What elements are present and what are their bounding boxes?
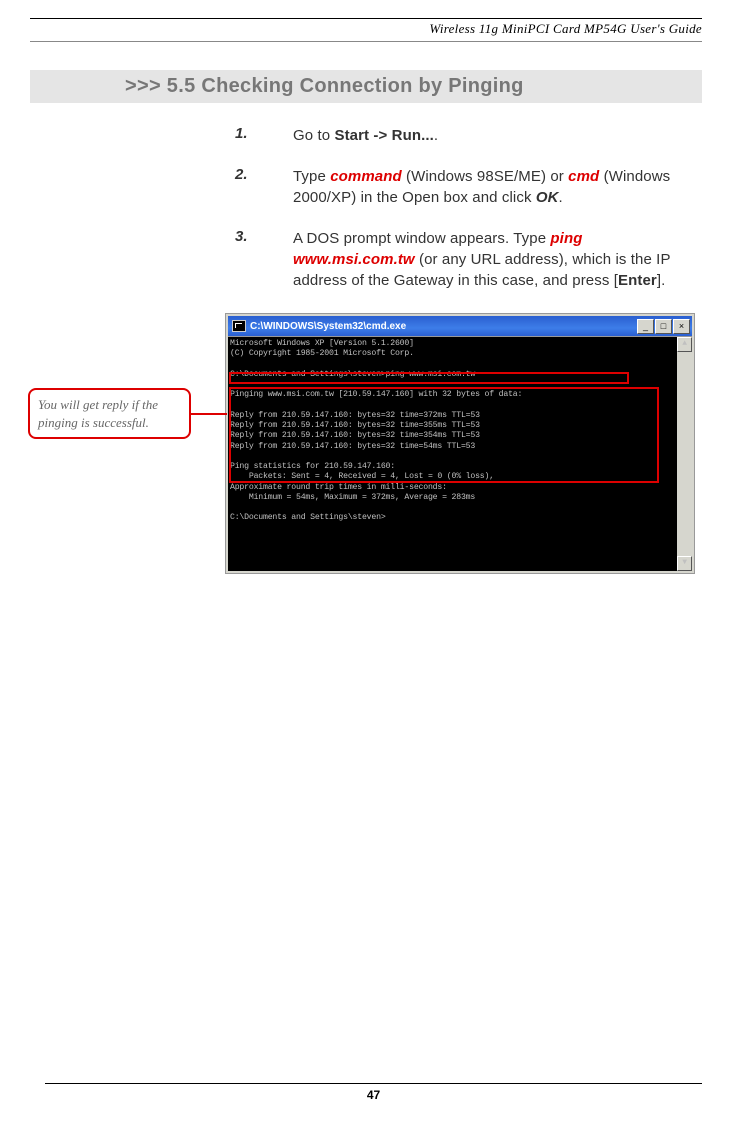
step-2: 2. Type command (Windows 98SE/ME) or cmd…	[235, 166, 702, 208]
cmd-title-text: C:\WINDOWS\System32\cmd.exe	[250, 321, 406, 332]
step-body-3: A DOS prompt window appears. Type ping w…	[293, 228, 702, 291]
step-body-2: Type command (Windows 98SE/ME) or cmd (W…	[293, 166, 702, 208]
close-button[interactable]: ×	[673, 319, 690, 334]
cmd-titlebar: C:\WINDOWS\System32\cmd.exe _ □ ×	[228, 316, 692, 336]
cmd-system-icon	[232, 320, 246, 332]
section-heading: >>> 5.5 Checking Connection by Pinging	[30, 70, 702, 103]
step3-t3: ].	[657, 272, 666, 289]
step2-t2: (Windows 98SE/ME) or	[402, 168, 568, 185]
step-num-2: 2.	[235, 166, 293, 208]
step2-t4: .	[559, 189, 563, 206]
cmd-output-text: Microsoft Windows XP [Version 5.1.2600] …	[230, 339, 675, 569]
steps-content: 1. Go to Start -> Run.... 2. Type comman…	[235, 125, 702, 291]
callout-text: You will get reply if the pinging is suc…	[38, 397, 158, 430]
step-1: 1. Go to Start -> Run....	[235, 125, 702, 146]
guide-title: Wireless 11g MiniPCI Card MP54G User's G…	[30, 21, 702, 42]
titlebar-left: C:\WINDOWS\System32\cmd.exe	[232, 320, 406, 332]
step2-red1: command	[330, 168, 402, 185]
header-rule-top	[30, 18, 702, 19]
step2-ok: OK	[536, 189, 559, 206]
screenshot-wrap: You will get reply if the pinging is suc…	[225, 313, 702, 574]
footer-rule	[45, 1083, 702, 1084]
footer: 47	[45, 1083, 702, 1102]
section-prefix: >>> 5.5	[30, 75, 196, 97]
maximize-button[interactable]: □	[655, 319, 672, 334]
step1-text1: Go to	[293, 127, 334, 144]
callout-box: You will get reply if the pinging is suc…	[28, 388, 191, 439]
step-num-3: 3.	[235, 228, 293, 291]
step-body-1: Go to Start -> Run....	[293, 125, 702, 146]
step-3: 3. A DOS prompt window appears. Type pin…	[235, 228, 702, 291]
step3-enter: Enter	[618, 272, 657, 289]
callout-connector	[191, 413, 227, 415]
step3-t1: A DOS prompt window appears. Type	[293, 230, 550, 247]
page-number: 47	[45, 1088, 702, 1102]
step1-text2: .	[434, 127, 438, 144]
step2-t1: Type	[293, 168, 330, 185]
cmd-window: C:\WINDOWS\System32\cmd.exe _ □ × Micros…	[225, 313, 695, 574]
scroll-down-icon[interactable]: ▼	[677, 556, 692, 571]
titlebar-buttons: _ □ ×	[637, 319, 690, 334]
cmd-body: Microsoft Windows XP [Version 5.1.2600] …	[228, 336, 692, 571]
minimize-button[interactable]: _	[637, 319, 654, 334]
step-num-1: 1.	[235, 125, 293, 146]
section-title-text: Checking Connection by Pinging	[201, 75, 523, 97]
scroll-up-icon[interactable]: ▲	[677, 337, 692, 352]
step1-bold: Start -> Run...	[334, 127, 433, 144]
cmd-scrollbar[interactable]: ▲ ▼	[677, 337, 692, 571]
step2-red2: cmd	[568, 168, 599, 185]
